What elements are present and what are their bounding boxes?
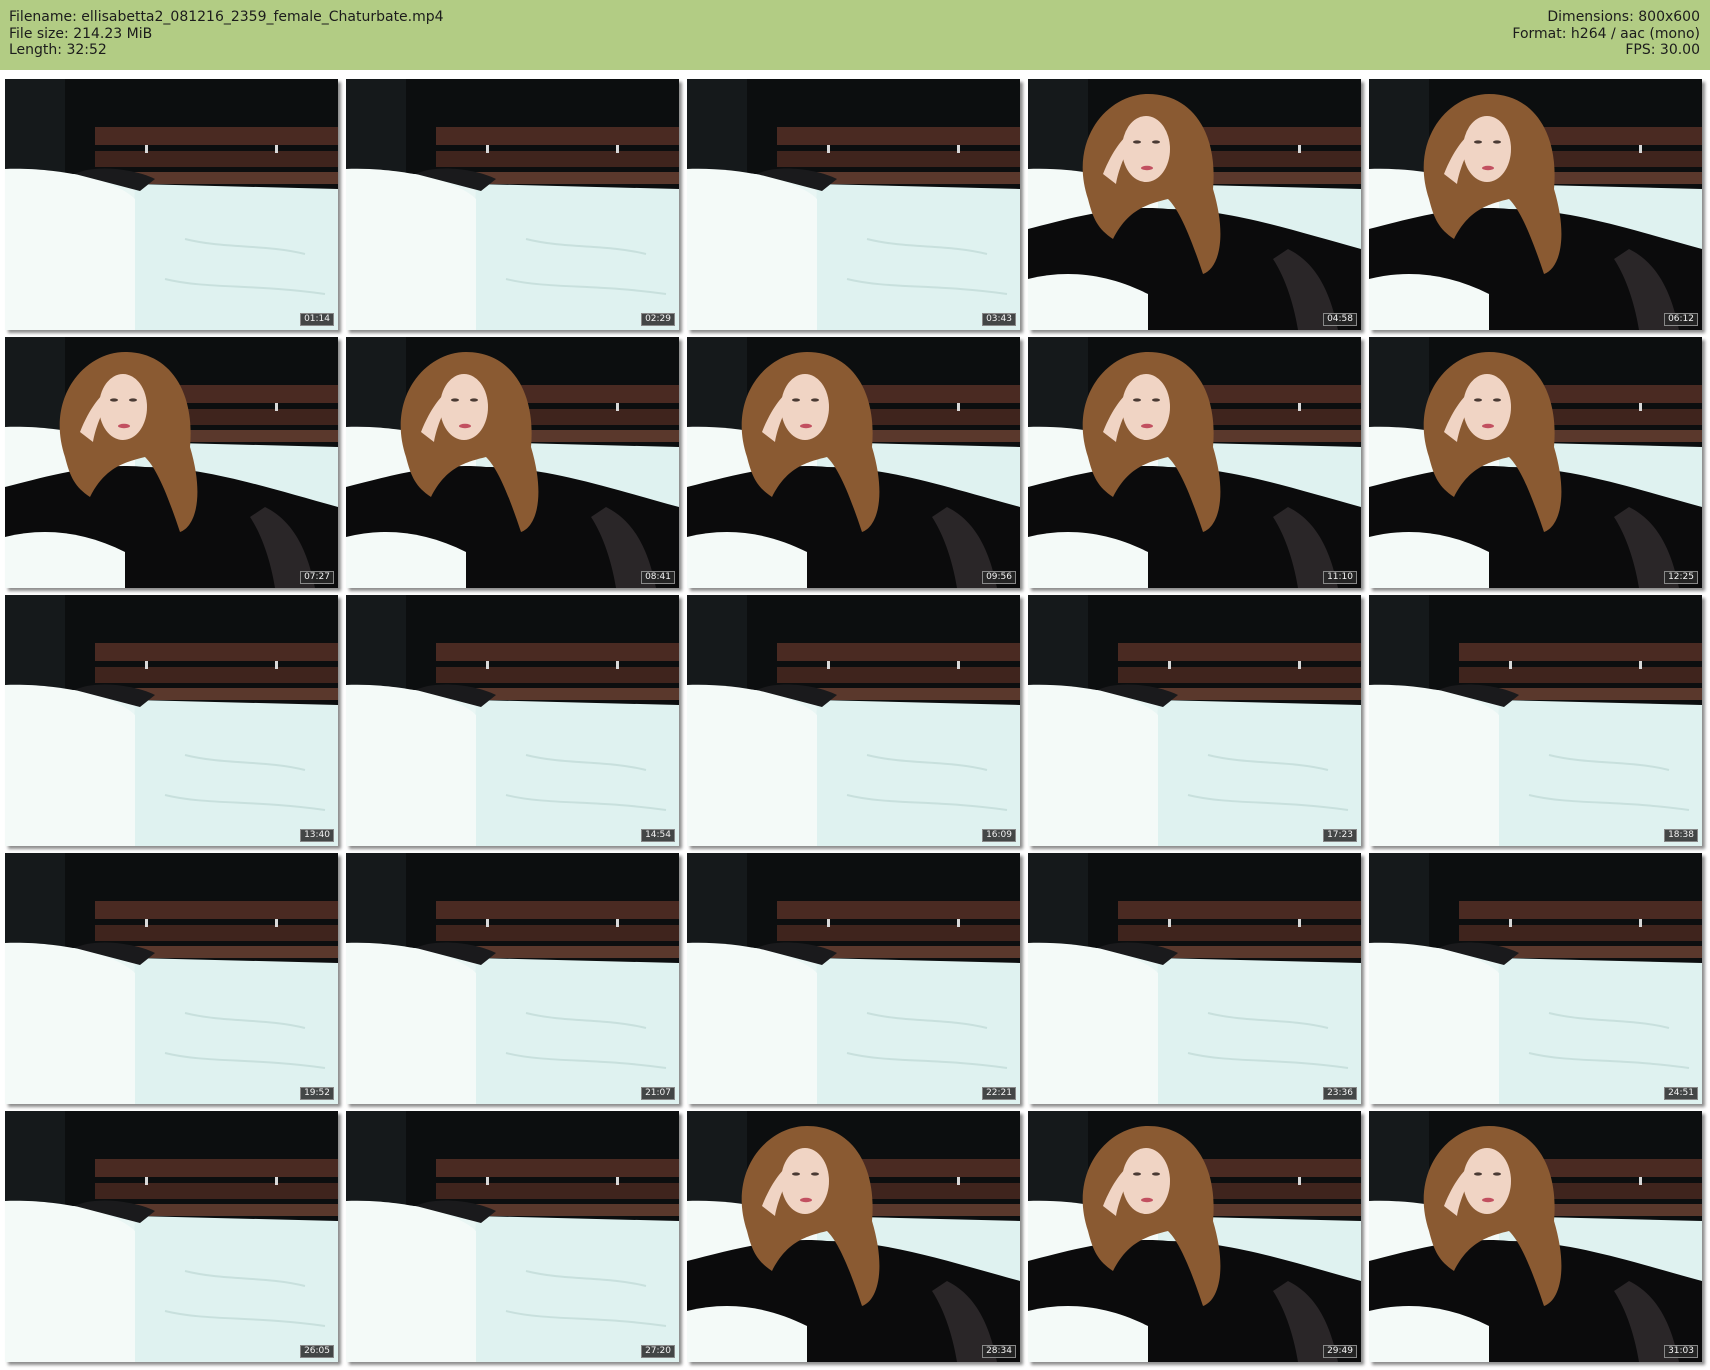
empty-bed-frame-image <box>346 79 679 330</box>
video-thumbnail[interactable]: 22:21 <box>687 853 1020 1104</box>
frame-timestamp: 28:34 <box>982 1345 1016 1358</box>
woman-reclining-frame-image <box>1369 79 1702 330</box>
frame-timestamp: 12:25 <box>1664 571 1698 584</box>
frame-timestamp: 23:36 <box>1323 1087 1357 1100</box>
frame-timestamp: 01:14 <box>300 313 334 326</box>
empty-bed-frame-image <box>687 79 1020 330</box>
video-thumbnail[interactable]: 28:34 <box>687 1111 1020 1362</box>
dimensions-label: Dimensions: 800x600 <box>1547 9 1700 25</box>
video-thumbnail[interactable]: 11:10 <box>1028 337 1361 588</box>
woman-reclining-frame-image <box>687 337 1020 588</box>
empty-bed-frame-image <box>346 595 679 846</box>
frame-timestamp: 02:29 <box>641 313 675 326</box>
video-thumbnail[interactable]: 16:09 <box>687 595 1020 846</box>
video-thumbnail[interactable]: 03:43 <box>687 79 1020 330</box>
video-thumbnail[interactable]: 23:36 <box>1028 853 1361 1104</box>
thumbnail-grid: 01:14 02:29 03:43 04:58 06:12 07:27 08:4… <box>5 79 1702 1362</box>
frame-timestamp: 14:54 <box>641 829 675 842</box>
woman-reclining-frame-image <box>1028 1111 1361 1362</box>
frame-timestamp: 19:52 <box>300 1087 334 1100</box>
video-thumbnail[interactable]: 08:41 <box>346 337 679 588</box>
empty-bed-frame-image <box>687 595 1020 846</box>
empty-bed-frame-image <box>346 1111 679 1362</box>
video-thumbnail[interactable]: 17:23 <box>1028 595 1361 846</box>
woman-reclining-frame-image <box>1369 1111 1702 1362</box>
video-thumbnail[interactable]: 21:07 <box>346 853 679 1104</box>
video-thumbnail[interactable]: 24:51 <box>1369 853 1702 1104</box>
empty-bed-frame-image <box>5 79 338 330</box>
video-thumbnail[interactable]: 27:20 <box>346 1111 679 1362</box>
frame-timestamp: 04:58 <box>1323 313 1357 326</box>
empty-bed-frame-image <box>1028 595 1361 846</box>
info-header: Filename: ellisabetta2_081216_2359_femal… <box>0 0 1710 70</box>
frame-timestamp: 03:43 <box>982 313 1016 326</box>
video-thumbnail[interactable]: 01:14 <box>5 79 338 330</box>
frame-timestamp: 24:51 <box>1664 1087 1698 1100</box>
filesize-label: File size: 214.23 MiB <box>9 25 153 42</box>
video-thumbnail[interactable]: 06:12 <box>1369 79 1702 330</box>
frame-timestamp: 31:03 <box>1664 1345 1698 1358</box>
woman-reclining-frame-image <box>1369 337 1702 588</box>
woman-reclining-frame-image <box>1028 79 1361 330</box>
empty-bed-frame-image <box>1369 595 1702 846</box>
frame-timestamp: 13:40 <box>300 829 334 842</box>
woman-reclining-frame-image <box>5 337 338 588</box>
fps-label: FPS: 30.00 <box>1625 42 1700 58</box>
empty-bed-frame-image <box>687 853 1020 1104</box>
woman-reclining-frame-image <box>1028 337 1361 588</box>
video-thumbnail[interactable]: 12:25 <box>1369 337 1702 588</box>
video-thumbnail[interactable]: 04:58 <box>1028 79 1361 330</box>
empty-bed-frame-image <box>5 595 338 846</box>
frame-timestamp: 08:41 <box>641 571 675 584</box>
woman-reclining-frame-image <box>346 337 679 588</box>
empty-bed-frame-image <box>346 853 679 1104</box>
frame-timestamp: 18:38 <box>1664 829 1698 842</box>
frame-timestamp: 21:07 <box>641 1087 675 1100</box>
frame-timestamp: 22:21 <box>982 1087 1016 1100</box>
video-thumbnail[interactable]: 02:29 <box>346 79 679 330</box>
video-thumbnail[interactable]: 26:05 <box>5 1111 338 1362</box>
video-thumbnail[interactable]: 31:03 <box>1369 1111 1702 1362</box>
frame-timestamp: 26:05 <box>300 1345 334 1358</box>
frame-timestamp: 09:56 <box>982 571 1016 584</box>
frame-timestamp: 16:09 <box>982 829 1016 842</box>
filename-label: Filename: ellisabetta2_081216_2359_femal… <box>9 9 444 25</box>
video-thumbnail[interactable]: 29:49 <box>1028 1111 1361 1362</box>
video-thumbnail[interactable]: 14:54 <box>346 595 679 846</box>
video-thumbnail[interactable]: 19:52 <box>5 853 338 1104</box>
video-thumbnail[interactable]: 07:27 <box>5 337 338 588</box>
frame-timestamp: 27:20 <box>641 1345 675 1358</box>
empty-bed-frame-image <box>5 853 338 1104</box>
frame-timestamp: 29:49 <box>1323 1345 1357 1358</box>
length-label: Length: 32:52 <box>9 42 107 58</box>
empty-bed-frame-image <box>1028 853 1361 1104</box>
format-label: Format: h264 / aac (mono) <box>1512 25 1700 42</box>
empty-bed-frame-image <box>1369 853 1702 1104</box>
frame-timestamp: 17:23 <box>1323 829 1357 842</box>
video-thumbnail[interactable]: 13:40 <box>5 595 338 846</box>
frame-timestamp: 06:12 <box>1664 313 1698 326</box>
woman-reclining-frame-image <box>687 1111 1020 1362</box>
video-thumbnail[interactable]: 09:56 <box>687 337 1020 588</box>
video-thumbnail[interactable]: 18:38 <box>1369 595 1702 846</box>
empty-bed-frame-image <box>5 1111 338 1362</box>
file-info-left: Filename: ellisabetta2_081216_2359_femal… <box>9 9 444 59</box>
frame-timestamp: 07:27 <box>300 571 334 584</box>
frame-timestamp: 11:10 <box>1323 571 1357 584</box>
file-info-right: Dimensions: 800x600 Format: h264 / aac (… <box>1512 9 1700 59</box>
